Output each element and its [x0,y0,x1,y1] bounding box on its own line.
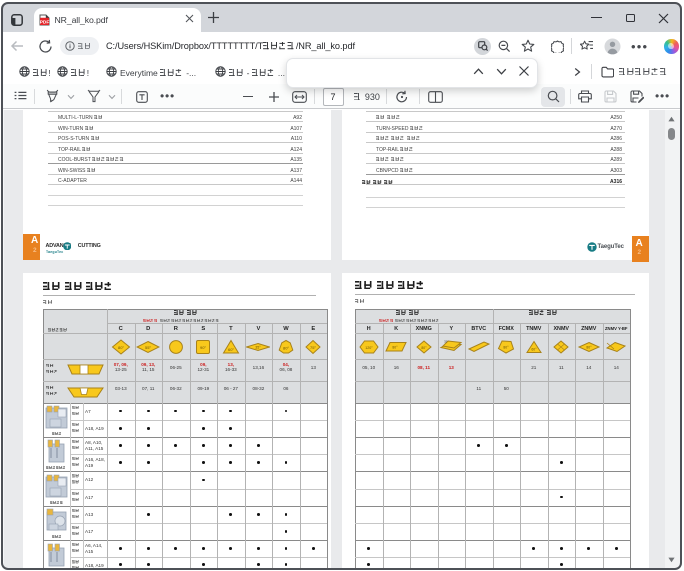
svg-text:PDF: PDF [40,19,50,25]
svg-text:60°: 60° [531,347,537,351]
svg-text:80°: 80° [118,345,124,350]
svg-text:120°: 120° [365,345,373,349]
svg-text:75°: 75° [310,345,316,350]
svg-text:55°: 55° [145,344,151,349]
svg-text:80°: 80° [421,345,427,349]
svg-text:60°: 60° [228,347,234,352]
svg-text:80°: 80° [283,345,289,350]
svg-text:80°: 80° [504,345,510,349]
svg-text:35°: 35° [256,345,262,349]
svg-text:80°: 80° [393,345,399,349]
svg-text:35°: 35° [444,339,449,343]
svg-text:80°: 80° [586,345,592,349]
svg-text:90°: 90° [200,345,206,350]
